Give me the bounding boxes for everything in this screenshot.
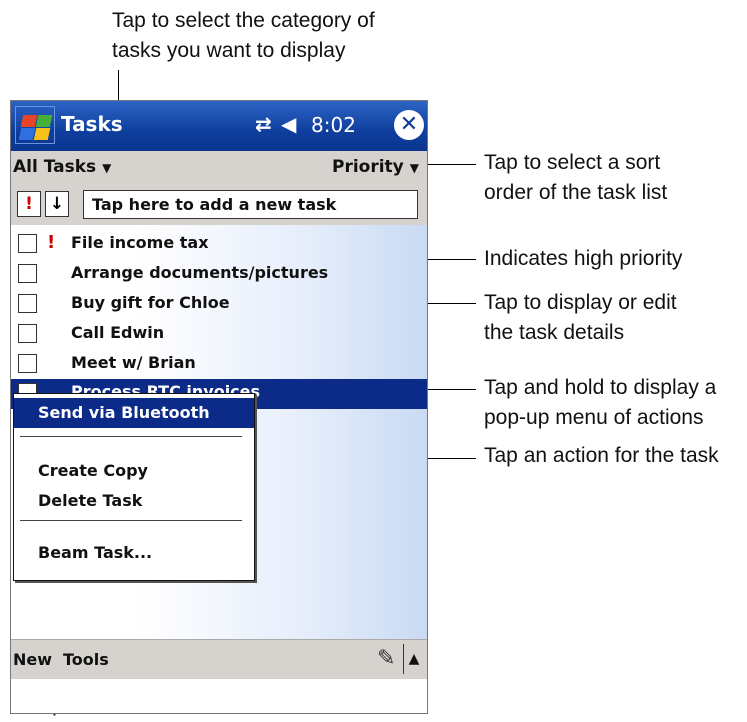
callout-category: Tap to select the category of tasks you … xyxy=(112,9,375,62)
callout-popup: Tap and hold to display a pop-up menu of… xyxy=(484,376,717,429)
new-menu-button[interactable]: New xyxy=(13,650,52,669)
bottom-toolbar: New Tools ✎ ▲ xyxy=(11,639,427,680)
windows-start-icon[interactable] xyxy=(15,106,55,144)
callout-action: Tap an action for the task xyxy=(484,444,719,467)
task-row[interactable]: Call Edwin xyxy=(11,320,427,350)
speaker-icon[interactable]: ◀ xyxy=(281,112,296,136)
screen-bottom xyxy=(11,679,427,713)
task-label: Arrange documents/pictures xyxy=(71,263,329,282)
app-title: Tasks xyxy=(61,112,123,136)
menu-separator xyxy=(20,520,242,521)
task-row[interactable]: Arrange documents/pictures xyxy=(11,260,427,290)
menu-item-send-via-bluetooth[interactable]: Send via Bluetooth xyxy=(14,398,254,428)
title-bar: Tasks ⇄ ◀ 8:02 ✕ xyxy=(11,101,427,151)
connectivity-icon[interactable]: ⇄ xyxy=(255,112,272,136)
entry-bar: ! ↓ Tap here to add a new task xyxy=(11,184,427,225)
task-label: File income tax xyxy=(71,233,209,252)
task-label: Meet w/ Brian xyxy=(71,353,196,372)
leader-line-sort xyxy=(420,164,476,165)
input-panel-toggle-icon[interactable]: ▲ xyxy=(403,644,424,674)
task-row[interactable]: Buy gift for Chloe xyxy=(11,290,427,320)
callout-priority: Indicates high priority xyxy=(484,247,683,270)
context-menu: Send via Bluetooth Create Copy Delete Ta… xyxy=(13,393,255,581)
menu-item-create-copy[interactable]: Create Copy xyxy=(14,456,254,486)
task-checkbox[interactable] xyxy=(18,264,37,283)
task-checkbox[interactable] xyxy=(18,294,37,313)
task-row[interactable]: Meet w/ Brian xyxy=(11,350,427,380)
callout-sort: Tap to select a sort order of the task l… xyxy=(484,151,668,204)
menu-item-delete-task[interactable]: Delete Task xyxy=(14,486,254,516)
category-label: All Tasks xyxy=(13,157,97,177)
callout-details: Tap to display or edit the task details xyxy=(484,291,677,344)
sort-label: Priority xyxy=(331,157,404,177)
task-checkbox[interactable] xyxy=(18,324,37,343)
device-screen: Tasks ⇄ ◀ 8:02 ✕ All Tasks ▼ Priority ▼ ! … xyxy=(10,100,428,714)
filter-bar: All Tasks ▼ Priority ▼ xyxy=(11,151,427,184)
high-priority-icon: ! xyxy=(47,232,56,253)
new-task-input[interactable]: Tap here to add a new task xyxy=(83,190,418,219)
category-dropdown[interactable]: All Tasks ▼ xyxy=(13,157,111,177)
task-label: Call Edwin xyxy=(71,323,165,342)
tools-menu-button[interactable]: Tools xyxy=(63,650,109,669)
close-icon[interactable]: ✕ xyxy=(394,110,424,140)
menu-item-beam-task[interactable]: Beam Task... xyxy=(14,538,254,568)
task-list: ! File income tax Arrange documents/pict… xyxy=(11,225,427,639)
sort-dropdown[interactable]: Priority ▼ xyxy=(332,157,419,177)
clock[interactable]: 8:02 xyxy=(311,113,356,137)
priority-toggle-button[interactable]: ! xyxy=(17,191,41,217)
pen-icon[interactable]: ✎ xyxy=(377,646,395,671)
chevron-down-icon: ▼ xyxy=(409,161,419,175)
task-checkbox[interactable] xyxy=(18,234,37,253)
task-label: Buy gift for Chloe xyxy=(71,293,230,312)
sort-arrow-button[interactable]: ↓ xyxy=(45,191,69,217)
task-row[interactable]: ! File income tax xyxy=(11,230,427,260)
task-checkbox[interactable] xyxy=(18,354,37,373)
chevron-down-icon: ▼ xyxy=(102,161,112,175)
menu-separator xyxy=(20,436,242,437)
